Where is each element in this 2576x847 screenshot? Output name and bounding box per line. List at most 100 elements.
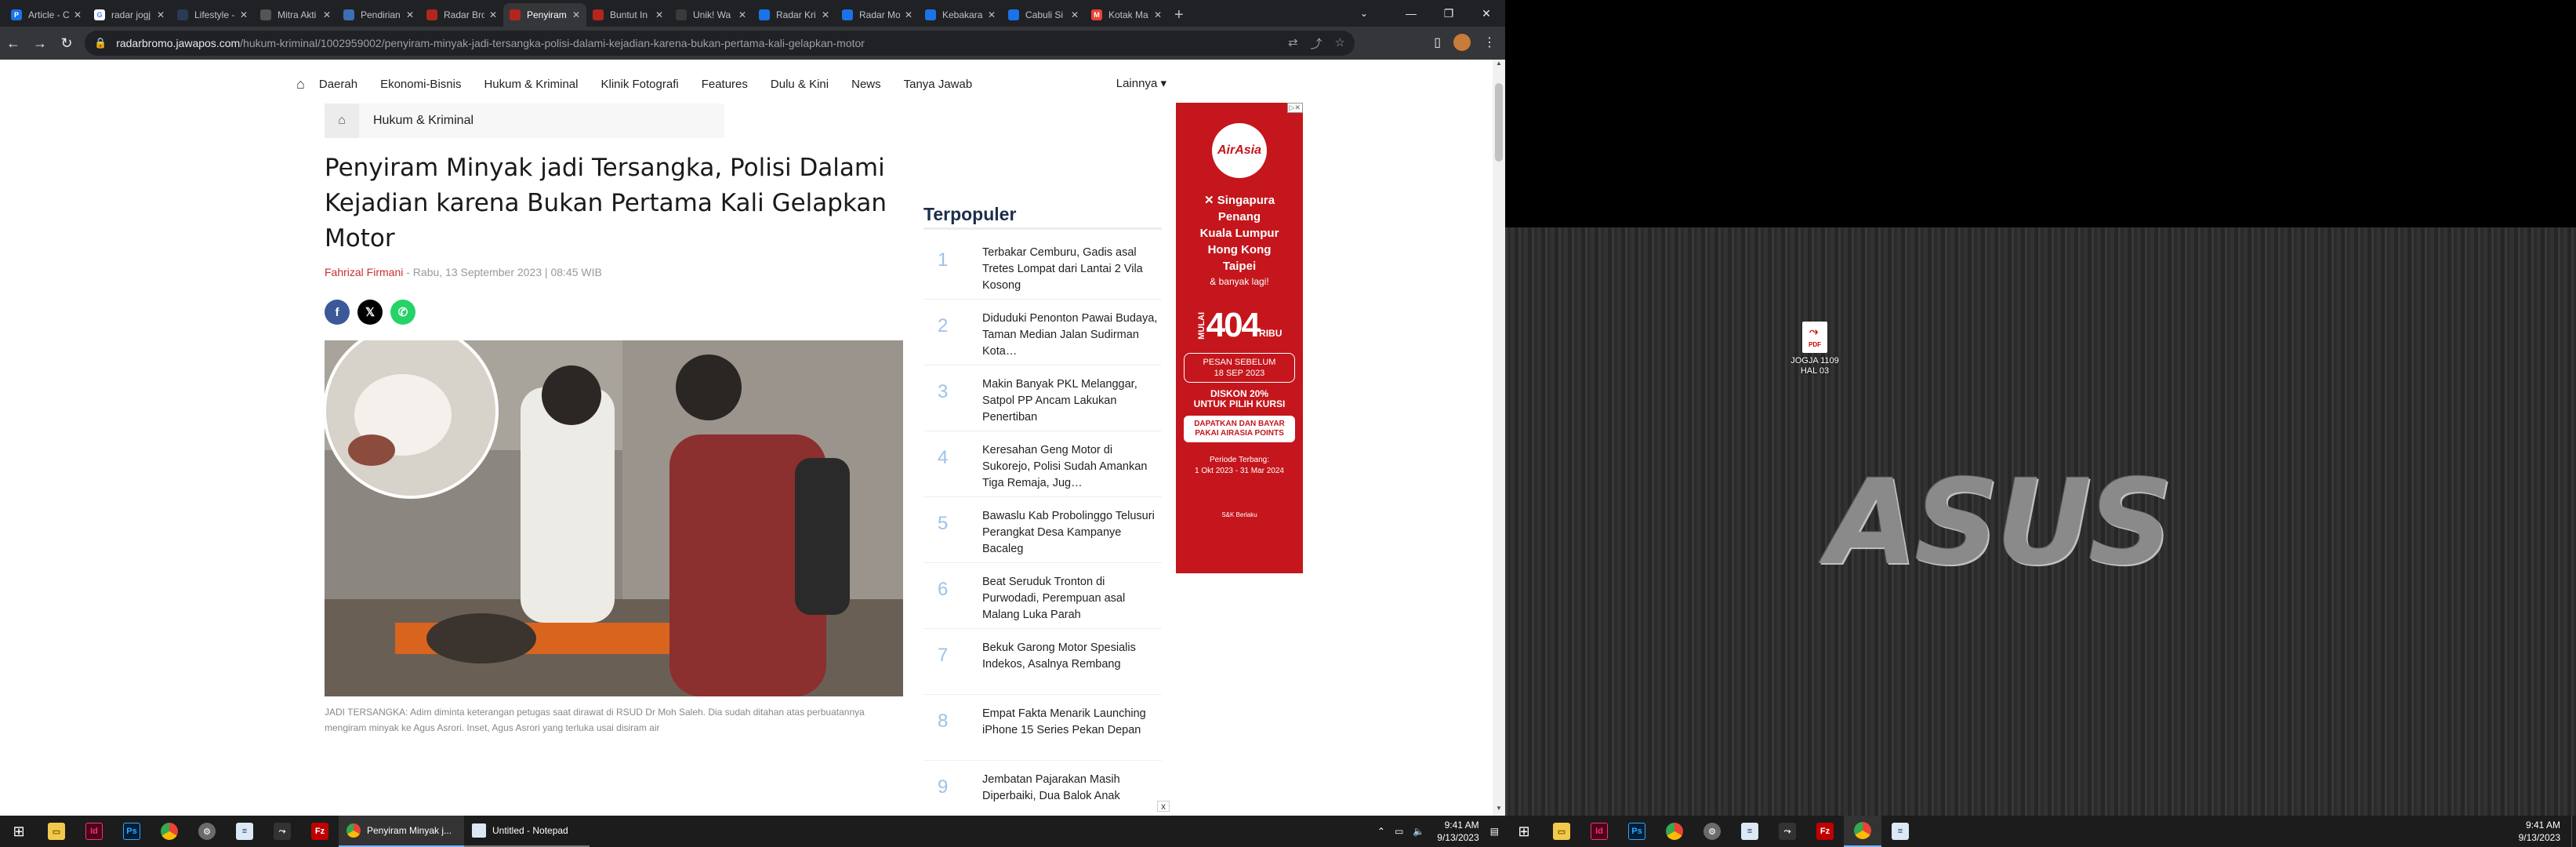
profile-avatar[interactable]: [1453, 34, 1471, 51]
home-icon[interactable]: ⌂: [296, 76, 305, 93]
tab-close-icon[interactable]: ✕: [1154, 9, 1162, 20]
volume-icon[interactable]: 🔈: [1413, 826, 1424, 837]
browser-tab[interactable]: Radar Bro ✕: [420, 3, 503, 27]
author-link[interactable]: Fahrizal Firmani: [325, 266, 403, 278]
menu-kebab-icon[interactable]: ⋮: [1483, 35, 1496, 50]
page-scrollbar[interactable]: ▲ ▼: [1493, 60, 1505, 816]
tab-close-icon[interactable]: ✕: [1071, 9, 1079, 20]
nav-dulu-kini[interactable]: Dulu & Kini: [771, 78, 829, 91]
popular-headline[interactable]: Bekuk Garong Motor Spesialis Indekos, As…: [982, 635, 1162, 694]
browser-tab[interactable]: Buntut In ✕: [586, 3, 669, 27]
taskbar-app-notepad[interactable]: Untitled - Notepad: [464, 816, 590, 847]
popular-headline[interactable]: Beat Seruduk Tronton di Purwodadi, Perem…: [982, 569, 1162, 628]
tab-close-icon[interactable]: ✕: [157, 9, 165, 20]
indesign-icon[interactable]: Id: [1580, 816, 1618, 847]
tab-close-icon[interactable]: ✕: [323, 9, 331, 20]
tab-close-icon[interactable]: ✕: [822, 9, 829, 20]
popular-item[interactable]: 2 Diduduki Penonton Pawai Budaya, Taman M…: [923, 300, 1162, 365]
airasia-ad[interactable]: ▷✕ AirAsia ✕ Singapura Penang Kuala Lump…: [1176, 103, 1303, 573]
close-button[interactable]: ✕: [1468, 0, 1505, 27]
network-icon[interactable]: ▭: [1395, 826, 1403, 837]
forward-button[interactable]: →: [27, 35, 53, 52]
popular-headline[interactable]: Diduduki Penonton Pawai Budaya, Taman Me…: [982, 306, 1162, 365]
nav-tanya-jawab[interactable]: Tanya Jawab: [904, 78, 973, 91]
chrome-icon[interactable]: [1656, 816, 1693, 847]
bookmark-star-icon[interactable]: ☆: [1335, 35, 1345, 52]
browser-tab[interactable]: Gradar jogj ✕: [88, 3, 171, 27]
popular-item[interactable]: 7 Bekuk Garong Motor Spesialis Indekos, A…: [923, 629, 1162, 695]
nav-more-dropdown[interactable]: Lainnya ▾: [1116, 76, 1166, 90]
windows-start-icon[interactable]: ⊞: [0, 816, 38, 847]
whatsapp-share-icon[interactable]: ✆: [390, 300, 415, 325]
tab-close-icon[interactable]: ✕: [655, 9, 663, 20]
browser-tab[interactable]: Mitra Akti ✕: [254, 3, 337, 27]
popular-headline[interactable]: Keresahan Geng Motor di Sukorejo, Polisi…: [982, 438, 1162, 496]
settings-app-icon[interactable]: ⚙: [188, 816, 226, 847]
popular-headline[interactable]: Makin Banyak PKL Melanggar, Satpol PP An…: [982, 372, 1162, 431]
nav-klinik-fotografi[interactable]: Klinik Fotografi: [600, 78, 678, 91]
scroll-up-arrow[interactable]: ▲: [1493, 60, 1505, 71]
settings-app-icon[interactable]: ⚙: [1693, 816, 1731, 847]
popular-item[interactable]: 4 Keresahan Geng Motor di Sukorejo, Polis…: [923, 431, 1162, 497]
browser-tab[interactable]: Kebakara ✕: [919, 3, 1002, 27]
popular-item[interactable]: 6 Beat Seruduk Tronton di Purwodadi, Pere…: [923, 563, 1162, 629]
ad-close-button[interactable]: x: [1157, 801, 1170, 812]
tab-close-icon[interactable]: ✕: [905, 9, 912, 20]
tab-search-icon[interactable]: ⌄: [1348, 0, 1380, 27]
minimize-button[interactable]: —: [1392, 0, 1430, 27]
browser-tab[interactable]: Cabuli Si ✕: [1002, 3, 1085, 27]
clock[interactable]: 9:41 AM 9/13/2023: [2519, 819, 2560, 844]
notepad-icon[interactable]: ≡: [226, 816, 263, 847]
sidebar-icon[interactable]: ▯: [1434, 35, 1441, 50]
windows-start-icon[interactable]: ⊞: [1505, 816, 1543, 847]
breadcrumb-home-icon[interactable]: ⌂: [325, 104, 359, 138]
clock[interactable]: 9:41 AM 9/13/2023: [1437, 819, 1478, 844]
popular-headline[interactable]: Empat Fakta Menarik Launching iPhone 15 …: [982, 701, 1162, 760]
tab-close-icon[interactable]: ✕: [988, 9, 996, 20]
file-explorer-icon[interactable]: ▭: [1543, 816, 1580, 847]
chrome-icon[interactable]: [151, 816, 188, 847]
share-icon[interactable]: ⤴: [1311, 35, 1322, 52]
nav-hukum-kriminal[interactable]: Hukum & Kriminal: [484, 78, 578, 91]
tab-close-icon[interactable]: ✕: [74, 9, 82, 20]
filezilla-icon[interactable]: Fz: [1806, 816, 1844, 847]
browser-tab[interactable]: Radar Mo ✕: [836, 3, 919, 27]
browser-tab[interactable]: P Article - C ✕: [5, 3, 88, 27]
photoshop-icon[interactable]: Ps: [113, 816, 151, 847]
back-button[interactable]: ←: [0, 35, 27, 52]
nav-daerah[interactable]: Daerah: [319, 78, 357, 91]
ad-points-button[interactable]: DAPATKAN DAN BAYAR PAKAI AIRASIA POINTS: [1184, 416, 1295, 442]
indesign-icon[interactable]: Id: [75, 816, 113, 847]
popular-item[interactable]: 5 Bawaslu Kab Probolinggo Telusuri Perang…: [923, 497, 1162, 563]
popular-item[interactable]: 1 Terbakar Cemburu, Gadis asal Tretes Lom…: [923, 234, 1162, 300]
maximize-button[interactable]: ❐: [1430, 0, 1468, 27]
notification-icon[interactable]: ▤: [1490, 826, 1499, 837]
popular-headline[interactable]: Bawaslu Kab Probolinggo Telusuri Perangk…: [982, 503, 1162, 562]
taskbar-app-chrome[interactable]: Penyiram Minyak j...: [339, 816, 464, 847]
tab-close-icon[interactable]: ✕: [489, 9, 497, 20]
tab-close-icon[interactable]: ✕: [738, 9, 746, 20]
breadcrumb-category[interactable]: Hukum & Kriminal: [373, 114, 473, 128]
ad-choices-icon[interactable]: ▷✕: [1286, 103, 1303, 113]
scrollbar-thumb[interactable]: [1495, 83, 1503, 162]
tray-chevron-icon[interactable]: ⌃: [1377, 826, 1385, 837]
translate-icon[interactable]: ⇄: [1288, 35, 1298, 52]
chrome-icon[interactable]: [1844, 816, 1881, 847]
popular-item[interactable]: 9 Jembatan Pajarakan Masih Diperbaiki, Du…: [923, 761, 1162, 816]
reload-button[interactable]: ↻: [53, 35, 80, 52]
browser-tab[interactable]: Penyiram ✕: [503, 3, 586, 27]
popular-item[interactable]: 3 Makin Banyak PKL Melanggar, Satpol PP A…: [923, 365, 1162, 431]
acrobat-icon[interactable]: ⤳: [263, 816, 301, 847]
browser-tab[interactable]: M Kotak Ma ✕: [1085, 3, 1168, 27]
notepad-icon[interactable]: ≡: [1881, 816, 1919, 847]
lock-icon[interactable]: 🔒: [94, 37, 107, 49]
new-tab-button[interactable]: +: [1174, 3, 1184, 27]
acrobat-icon[interactable]: ⤳: [1769, 816, 1806, 847]
notepad-icon[interactable]: ≡: [1731, 816, 1769, 847]
nav-news[interactable]: News: [851, 78, 881, 91]
scroll-down-arrow[interactable]: ▼: [1493, 805, 1505, 816]
nav-features[interactable]: Features: [702, 78, 748, 91]
browser-tab[interactable]: Radar Kri ✕: [753, 3, 836, 27]
nav-ekonomi-bisnis[interactable]: Ekonomi-Bisnis: [380, 78, 461, 91]
desktop-pdf-file[interactable]: ⤳ PDF JOGJA 1109 HAL 03: [1780, 322, 1850, 376]
